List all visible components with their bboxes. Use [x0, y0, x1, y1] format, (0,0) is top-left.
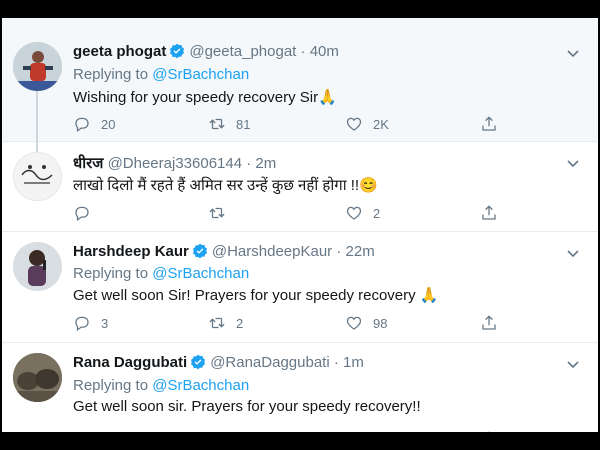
tweet-item[interactable]: Harshdeep Kaur @HarshdeepKaur · 22m Reply… [2, 232, 598, 343]
retweet-count: 81 [236, 116, 251, 132]
tweet-header: geeta phogat @geeta_phogat · 40m [73, 43, 339, 60]
tweet-text: Get well soon sir. Prayers for your spee… [73, 398, 421, 415]
replying-label: Replying to [73, 66, 149, 83]
display-name[interactable]: धीरज [73, 155, 103, 172]
avatar[interactable] [13, 353, 62, 402]
like-icon [346, 316, 362, 330]
verified-icon [190, 354, 206, 370]
like-button[interactable]: 2K [345, 113, 389, 135]
timestamp[interactable]: 2m [255, 155, 276, 172]
like-count: 2 [373, 205, 381, 221]
avatar[interactable] [13, 42, 62, 91]
replying-label: Replying to [73, 377, 149, 394]
share-icon [482, 315, 496, 330]
display-name[interactable]: geeta phogat [73, 43, 166, 60]
display-name[interactable]: Harshdeep Kaur [73, 243, 189, 260]
tweet-text: Get well soon Sir! Prayers for your spee… [73, 287, 439, 304]
screenshot-frame: geeta phogat @geeta_phogat · 40m Replying… [0, 0, 600, 450]
reply-icon [75, 206, 89, 221]
handle[interactable]: @Dheeraj33606144 [108, 155, 243, 172]
mention-link[interactable]: @SrBachchan [152, 377, 249, 394]
tweet-item[interactable]: geeta phogat @geeta_phogat · 40m Replying… [2, 18, 598, 152]
share-button[interactable] [480, 202, 508, 224]
timestamp[interactable]: 1m [343, 354, 364, 371]
mention-link[interactable]: @SrBachchan [152, 265, 249, 282]
separator-dot: · [333, 354, 339, 371]
retweet-icon [209, 207, 225, 219]
reply-count: 20 [101, 116, 116, 132]
chevron-down-icon[interactable] [566, 357, 580, 371]
retweet-icon [209, 317, 225, 329]
retweet-count: 2 [236, 315, 244, 331]
tweet-item[interactable]: Rana Daggubati @RanaDaggubati · 1m Replyi… [2, 343, 598, 432]
chevron-down-icon[interactable] [566, 46, 580, 60]
timestamp[interactable]: 22m [346, 243, 375, 260]
tweet-header: Rana Daggubati @RanaDaggubati · 1m [73, 354, 364, 371]
retweet-button[interactable]: 81 [208, 113, 250, 135]
reply-icon [75, 316, 89, 331]
handle[interactable]: @HarshdeepKaur [212, 243, 332, 260]
replying-label: Replying to [73, 265, 149, 282]
share-button[interactable] [480, 113, 508, 135]
like-button[interactable]: 98 [345, 312, 387, 334]
like-count: 98 [373, 315, 388, 331]
share-button[interactable] [480, 312, 508, 334]
tweet-actions: 20 81 2K [73, 113, 513, 135]
replying-to: Replying to @SrBachchan [73, 66, 249, 83]
tweet-text: लाखो दिलो मैं रहते हैं अमित सर उन्हें कु… [73, 177, 378, 194]
like-icon [346, 206, 362, 220]
chevron-down-icon[interactable] [566, 246, 580, 260]
reply-button[interactable] [73, 202, 101, 224]
handle[interactable]: @RanaDaggubati [210, 354, 329, 371]
tweet-header: धीरज @Dheeraj33606144 · 2m [73, 153, 276, 173]
avatar[interactable] [13, 242, 62, 291]
reply-count: 3 [101, 315, 109, 331]
replying-to: Replying to @SrBachchan [73, 377, 249, 394]
tweet-item[interactable]: धीरज @Dheeraj33606144 · 2m लाखो दिलो मैं… [2, 142, 598, 232]
like-count: 2K [373, 116, 389, 132]
tweet-actions: 2 [73, 202, 513, 224]
like-button[interactable]: 2 [345, 202, 380, 224]
retweet-icon [209, 118, 225, 130]
mention-link[interactable]: @SrBachchan [152, 66, 249, 83]
replying-to: Replying to @SrBachchan [73, 265, 249, 282]
chevron-down-icon[interactable] [566, 156, 580, 170]
like-icon [346, 117, 362, 131]
verified-icon [169, 43, 185, 59]
verified-icon [192, 243, 208, 259]
display-name[interactable]: Rana Daggubati [73, 354, 187, 371]
bottom-bar [0, 432, 600, 450]
handle[interactable]: @geeta_phogat [189, 43, 296, 60]
tweet-text: Wishing for your speedy recovery Sir🙏 [73, 89, 337, 106]
separator-dot: · [336, 243, 342, 260]
separator-dot: · [300, 43, 306, 60]
tweet-feed: geeta phogat @geeta_phogat · 40m Replying… [2, 18, 598, 432]
tweet-header: Harshdeep Kaur @HarshdeepKaur · 22m [73, 243, 375, 260]
share-icon [482, 205, 496, 220]
tweet-actions: 3 2 98 [73, 312, 513, 334]
share-icon [482, 116, 496, 131]
reply-button[interactable]: 20 [73, 113, 115, 135]
retweet-button[interactable]: 2 [208, 312, 243, 334]
reply-button[interactable]: 3 [73, 312, 108, 334]
reply-icon [75, 117, 89, 132]
retweet-button[interactable] [208, 202, 236, 224]
timestamp[interactable]: 40m [310, 43, 339, 60]
avatar[interactable] [13, 152, 62, 201]
separator-dot: · [246, 155, 252, 172]
